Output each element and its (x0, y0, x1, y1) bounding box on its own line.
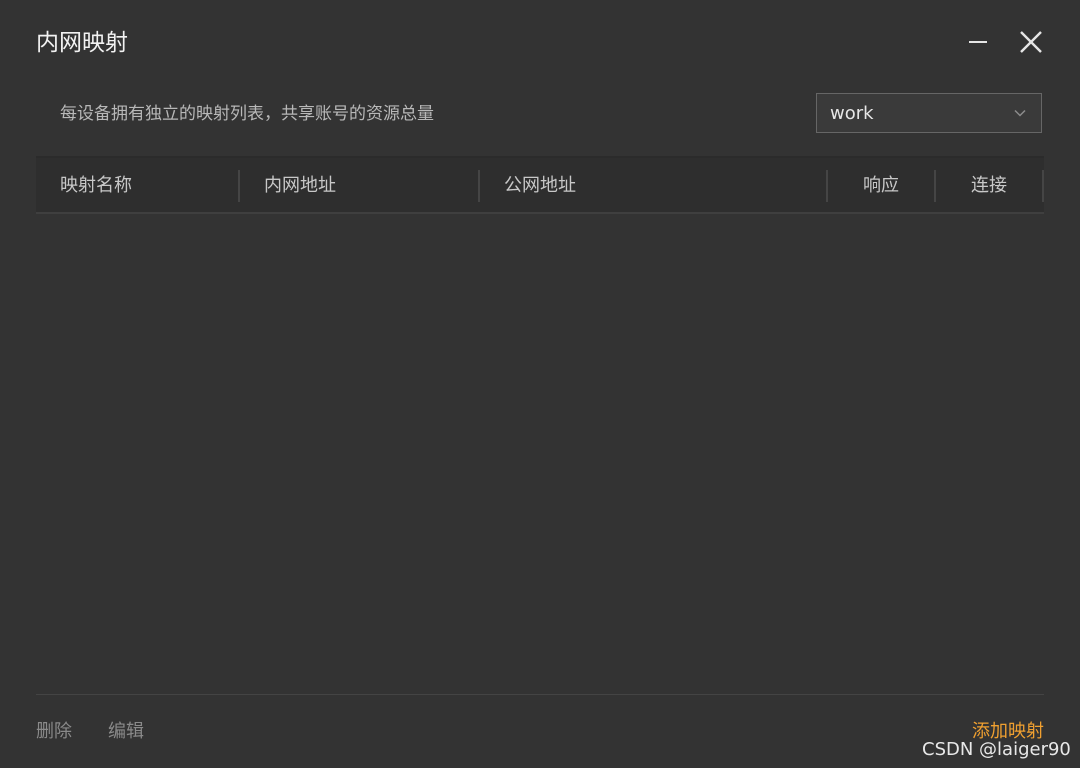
watermark: CSDN @laiger90 (922, 739, 1071, 760)
column-header-response[interactable]: 响应 (863, 158, 899, 214)
edit-button[interactable]: 编辑 (108, 720, 144, 744)
minimize-button[interactable] (961, 26, 995, 58)
footer-divider (36, 694, 1044, 695)
column-divider[interactable] (934, 170, 936, 202)
column-header-public-address[interactable]: 公网地址 (504, 158, 576, 214)
column-header-connection[interactable]: 连接 (971, 158, 1007, 214)
delete-button[interactable]: 删除 (36, 720, 72, 744)
column-divider[interactable] (826, 170, 828, 202)
chevron-down-icon (1014, 109, 1026, 117)
column-divider[interactable] (238, 170, 240, 202)
column-header-mapping-name[interactable]: 映射名称 (60, 158, 132, 214)
table-header: 映射名称 内网地址 公网地址 响应 连接 (36, 158, 1044, 214)
device-select-value: work (830, 102, 874, 124)
port-mapping-window: 内网映射 每设备拥有独立的映射列表，共享账号的资源总量 work 映射名称 内网… (0, 0, 1080, 768)
mapping-description: 每设备拥有独立的映射列表，共享账号的资源总量 (60, 104, 434, 124)
window-title: 内网映射 (36, 30, 128, 56)
column-divider[interactable] (478, 170, 480, 202)
close-icon (1020, 31, 1042, 53)
minimize-icon (969, 41, 987, 43)
close-button[interactable] (1014, 26, 1048, 58)
device-select[interactable]: work (816, 93, 1042, 133)
table-body (36, 214, 1044, 692)
column-header-internal-address[interactable]: 内网地址 (264, 158, 336, 214)
column-divider[interactable] (1042, 170, 1044, 202)
